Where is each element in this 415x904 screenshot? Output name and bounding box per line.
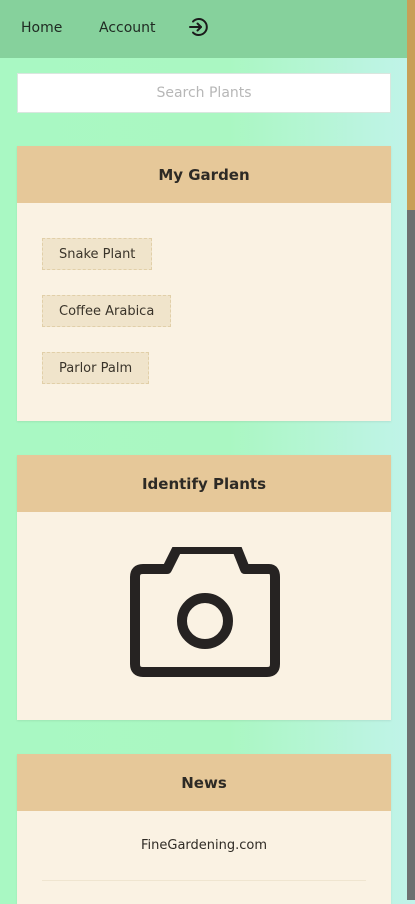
plant-item-parlor-palm[interactable]: Parlor Palm [42,352,150,384]
logout-icon[interactable] [188,16,210,38]
top-navigation-bar: Home Account [0,0,407,58]
news-title: News [17,754,391,811]
my-garden-card: My Garden Snake Plant Coffee Arabica Par… [17,146,391,421]
identify-plants-card: Identify Plants [17,455,391,720]
scrollbar[interactable] [407,0,415,900]
camera-icon[interactable] [125,544,285,677]
news-link-finegardening[interactable]: FineGardening.com [17,838,391,853]
plant-item-snake-plant[interactable]: Snake Plant [42,238,153,270]
scrollbar-thumb[interactable] [407,0,415,210]
nav-home-link[interactable]: Home [21,20,62,36]
identify-plants-title: Identify Plants [17,455,391,512]
news-card: News FineGardening.com [17,754,391,904]
nav-account-link[interactable]: Account [99,20,156,36]
my-garden-title: My Garden [17,146,391,203]
search-input[interactable] [17,73,391,113]
plant-item-coffee-arabica[interactable]: Coffee Arabica [42,295,172,327]
news-divider [42,880,366,881]
